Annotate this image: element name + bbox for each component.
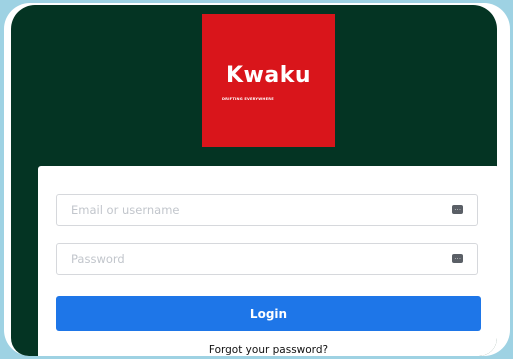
- login-card: Login Forgot your password?: [38, 166, 497, 356]
- email-field[interactable]: [56, 194, 478, 226]
- brand-logo: Kwaku DRIFTING EVERYWHERE: [202, 14, 335, 147]
- email-input[interactable]: [57, 195, 477, 225]
- brand-name: Kwaku: [225, 63, 311, 88]
- password-input[interactable]: [57, 244, 477, 274]
- login-button[interactable]: Login: [56, 296, 481, 331]
- password-manager-key-icon[interactable]: [452, 205, 463, 214]
- brand-tagline: DRIFTING EVERYWHERE: [222, 97, 274, 101]
- password-field[interactable]: [56, 243, 478, 275]
- password-manager-key-icon[interactable]: [452, 254, 463, 263]
- login-screen: Kwaku DRIFTING EVERYWHERE Login Forgot y…: [11, 5, 497, 356]
- forgot-password-link[interactable]: Forgot your password?: [38, 344, 497, 356]
